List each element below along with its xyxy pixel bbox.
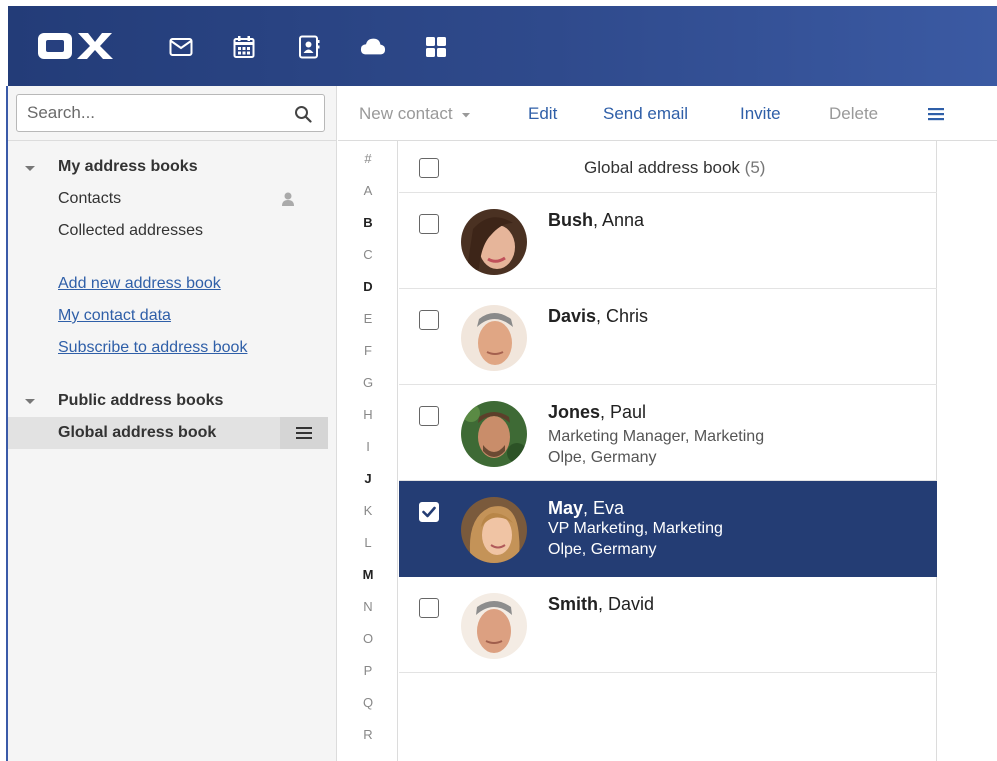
sidebar-divider	[8, 140, 337, 141]
delete-button[interactable]: Delete	[829, 104, 878, 124]
address-book-icon[interactable]	[296, 34, 322, 60]
contact-name: Smith, David	[548, 594, 654, 615]
contact-last-name: May	[548, 498, 584, 518]
person-icon	[281, 191, 295, 212]
index-letter-k[interactable]: K	[360, 503, 376, 518]
subscribe-address-book-link[interactable]: Subscribe to address book	[58, 339, 247, 357]
folder-global-address-book-label: Global address book	[58, 424, 217, 441]
contact-location: Olpe, Germany	[548, 541, 657, 558]
contact-row[interactable]: Bush, Anna	[399, 193, 937, 289]
send-email-button[interactable]: Send email	[603, 104, 688, 124]
index-letter-h[interactable]: H	[360, 407, 376, 422]
contact-title: Marketing Manager, Marketing	[548, 428, 765, 445]
alphabet-index: # A B C D E F G H I J K L M N O P Q R	[338, 141, 398, 761]
contact-row[interactable]: Smith, David	[399, 577, 937, 673]
index-letter-q[interactable]: Q	[360, 695, 376, 710]
index-letter-d[interactable]: D	[360, 279, 376, 294]
contact-name: Jones, Paul	[548, 402, 646, 423]
index-letter-i[interactable]: I	[360, 439, 376, 454]
index-letter-m[interactable]: M	[360, 567, 376, 582]
list-count: (5)	[744, 158, 766, 177]
list-title: Global address book (5)	[584, 158, 765, 178]
folder-options-button[interactable]	[280, 417, 328, 449]
app-header	[8, 6, 997, 86]
new-contact-button[interactable]: New contact	[359, 104, 471, 124]
apps-grid-icon[interactable]	[423, 34, 449, 60]
index-letter-c[interactable]: C	[360, 247, 376, 262]
folder-contacts[interactable]: Contacts	[58, 190, 121, 208]
my-contact-data-link[interactable]: My contact data	[58, 307, 171, 325]
search-box	[16, 94, 325, 132]
contact-last-name: Davis	[548, 306, 597, 326]
index-letter-l[interactable]: L	[360, 535, 376, 550]
contact-row[interactable]: Jones, Paul Marketing Manager, Marketing…	[399, 385, 937, 481]
contact-name: Davis, Chris	[548, 306, 648, 327]
ox-logo-mark	[38, 33, 113, 59]
contact-row[interactable]: Davis, Chris	[399, 289, 937, 385]
list-title-text: Global address book	[584, 158, 740, 177]
contact-location: Olpe, Germany	[548, 449, 657, 466]
checkmark-icon	[422, 506, 436, 518]
row-checkbox[interactable]	[419, 406, 439, 426]
public-address-books-heading[interactable]: Public address books	[58, 392, 223, 410]
contact-first-name: , Eva	[583, 498, 625, 518]
contact-first-name: , David	[598, 594, 655, 614]
contact-last-name: Smith	[548, 594, 599, 614]
row-checkbox[interactable]	[419, 598, 439, 618]
contact-last-name: Jones	[548, 402, 601, 422]
ox-logo[interactable]	[36, 28, 116, 64]
edit-button[interactable]: Edit	[528, 104, 557, 124]
row-checkbox[interactable]	[419, 214, 439, 234]
cloud-icon[interactable]	[360, 34, 386, 60]
search-icon[interactable]	[294, 105, 312, 128]
contact-name: May, Eva	[548, 498, 624, 519]
index-letter-hash[interactable]: #	[360, 151, 376, 166]
search-input[interactable]	[17, 95, 277, 131]
row-checkbox[interactable]	[419, 310, 439, 330]
contact-title: VP Marketing, Marketing	[548, 520, 723, 537]
avatar	[461, 305, 527, 371]
index-letter-r[interactable]: R	[360, 727, 376, 742]
list-header: Global address book (5)	[399, 141, 937, 193]
index-letter-p[interactable]: P	[360, 663, 376, 678]
index-letter-f[interactable]: F	[360, 343, 376, 358]
index-letter-n[interactable]: N	[360, 599, 376, 614]
index-letter-o[interactable]: O	[360, 631, 376, 646]
avatar	[461, 497, 527, 563]
contact-name: Bush, Anna	[548, 210, 644, 231]
contact-first-name: , Anna	[593, 210, 645, 230]
invite-button[interactable]: Invite	[740, 104, 781, 124]
avatar	[461, 593, 527, 659]
contact-row-selected[interactable]: May, Eva VP Marketing, Marketing Olpe, G…	[399, 481, 937, 577]
row-checkbox-checked[interactable]	[419, 502, 439, 522]
folder-sidebar: My address books Contacts Collected addr…	[8, 86, 337, 761]
index-letter-a[interactable]: A	[360, 183, 376, 198]
folder-collected-addresses[interactable]: Collected addresses	[58, 222, 203, 240]
contact-list: Global address book (5) Bush, Anna Davis…	[399, 141, 937, 761]
hamburger-icon	[296, 427, 312, 439]
dropdown-caret-icon	[462, 112, 471, 118]
more-actions-icon[interactable]	[927, 107, 945, 126]
index-letter-b[interactable]: B	[360, 215, 376, 230]
new-contact-label: New contact	[359, 104, 453, 123]
toolbar: New contact Edit Send email Invite Delet…	[338, 86, 997, 141]
select-all-checkbox[interactable]	[419, 158, 439, 178]
calendar-icon[interactable]	[231, 34, 257, 60]
contact-first-name: , Chris	[596, 306, 649, 326]
mail-icon[interactable]	[168, 34, 194, 60]
contact-first-name: , Paul	[600, 402, 647, 422]
add-address-book-link[interactable]: Add new address book	[58, 275, 221, 293]
contact-last-name: Bush	[548, 210, 593, 230]
collapse-caret-icon[interactable]	[25, 166, 35, 171]
avatar	[461, 209, 527, 275]
index-letter-g[interactable]: G	[360, 375, 376, 390]
my-address-books-heading[interactable]: My address books	[58, 158, 198, 176]
avatar	[461, 401, 527, 467]
index-letter-e[interactable]: E	[360, 311, 376, 326]
collapse-caret-icon[interactable]	[25, 399, 35, 404]
index-letter-j[interactable]: J	[360, 471, 376, 486]
